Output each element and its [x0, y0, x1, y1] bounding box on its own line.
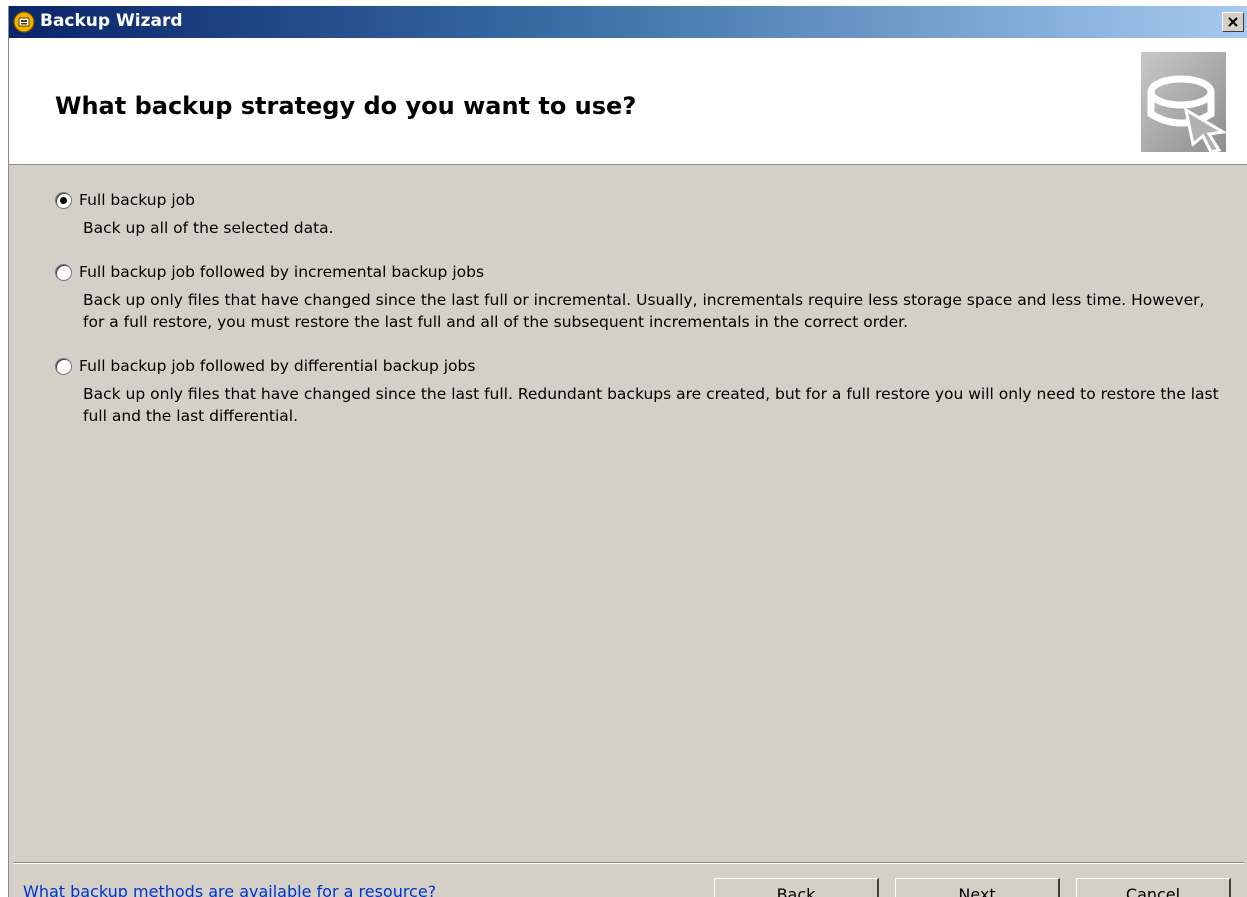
close-icon — [1227, 13, 1239, 32]
wizard-disk-cursor-icon — [1141, 52, 1228, 154]
option-differential-label[interactable]: Full backup job followed by differential… — [79, 357, 475, 375]
option-differential-row[interactable]: Full backup job followed by differential… — [55, 354, 1225, 378]
backup-drive-icon — [13, 11, 35, 33]
close-button[interactable] — [1222, 12, 1244, 32]
footer-divider — [13, 862, 1244, 864]
wizard-header: What backup strategy do you want to use? — [9, 38, 1247, 165]
option-full-label[interactable]: Full backup job — [79, 191, 195, 209]
window-title: Backup Wizard — [40, 11, 183, 31]
cancel-button[interactable]: Cancel — [1076, 878, 1231, 897]
option-incremental-label[interactable]: Full backup job followed by incremental … — [79, 263, 484, 281]
back-button[interactable]: Back — [714, 878, 879, 897]
help-link[interactable]: What backup methods are available for a … — [23, 882, 436, 897]
option-full-description: Back up all of the selected data. — [83, 219, 334, 237]
strategy-options: Full backup job Back up all of the selec… — [55, 188, 1225, 448]
radio-differential-backup[interactable] — [55, 357, 72, 375]
option-incremental: Full backup job followed by incremental … — [55, 260, 1225, 333]
backup-wizard-window: Backup Wizard What backup strategy do yo… — [8, 6, 1247, 897]
page-title: What backup strategy do you want to use? — [55, 92, 637, 120]
option-differential: Full backup job followed by differential… — [55, 354, 1225, 427]
option-full-row[interactable]: Full backup job — [55, 188, 1225, 212]
option-differential-description: Back up only files that have changed sin… — [83, 385, 1219, 425]
option-incremental-row[interactable]: Full backup job followed by incremental … — [55, 260, 1225, 284]
next-button[interactable]: Next — [895, 878, 1060, 897]
radio-incremental-backup[interactable] — [55, 263, 72, 281]
title-bar[interactable]: Backup Wizard — [9, 6, 1247, 38]
radio-full-backup[interactable] — [55, 191, 72, 209]
option-full: Full backup job Back up all of the selec… — [55, 188, 1225, 239]
option-incremental-description: Back up only files that have changed sin… — [83, 291, 1205, 331]
